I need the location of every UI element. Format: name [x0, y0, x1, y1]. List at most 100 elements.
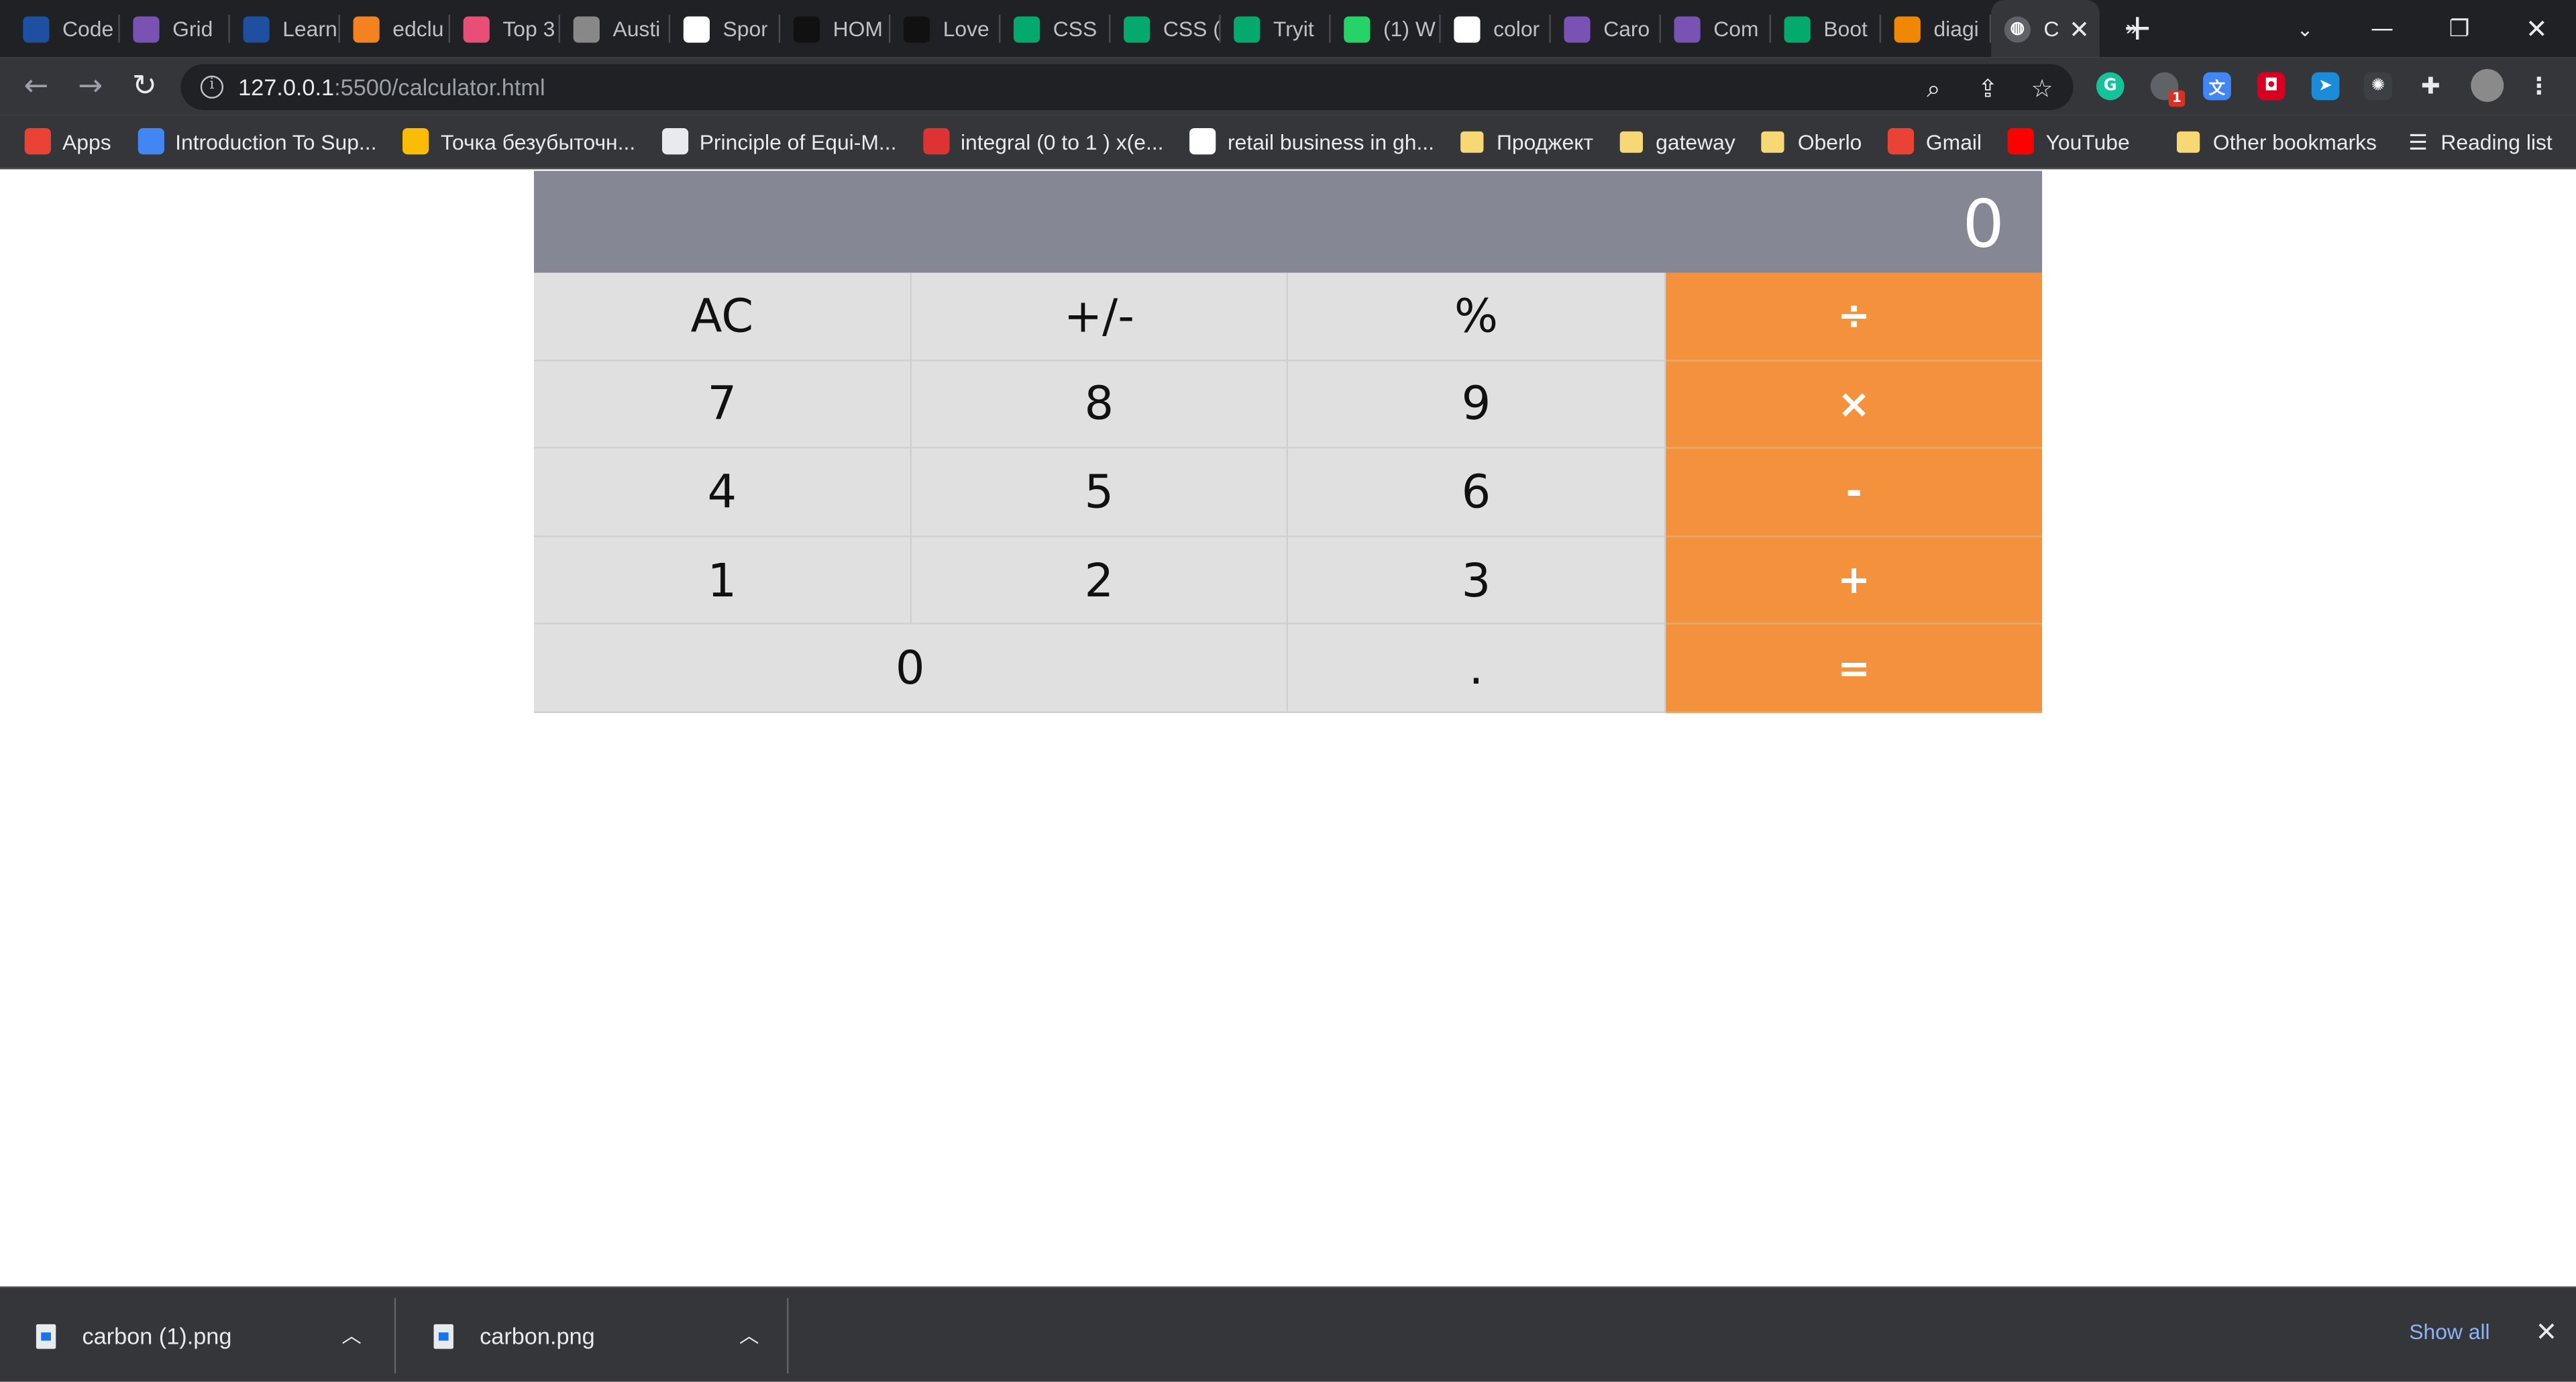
- key-decimal[interactable]: .: [1288, 625, 1666, 713]
- download-filename: carbon (1).png: [82, 1322, 232, 1349]
- pocket-icon[interactable]: ◘: [2257, 72, 2286, 101]
- bookmark-item[interactable]: Точка безубыточн...: [402, 128, 635, 155]
- tab-label: HOM: [833, 16, 883, 42]
- browser-tab[interactable]: Love: [890, 0, 1001, 58]
- extensions-puzzle-icon[interactable]: ✚: [2416, 72, 2445, 101]
- browser-tab[interactable]: Code: [10, 0, 120, 58]
- browser-tab[interactable]: Top 3: [450, 0, 561, 58]
- browser-tab[interactable]: Com: [1661, 0, 1772, 58]
- extension-badge-icon[interactable]: 1: [2150, 72, 2186, 107]
- forward-icon[interactable]: →: [67, 62, 113, 109]
- url-text[interactable]: 127.0.0.1:5500/calculator.html: [238, 74, 545, 100]
- page-content: 0 AC +/-% ÷ 7 8 9 × 4 5 6- 1 2 3 +0. =: [0, 170, 2576, 1287]
- other-bookmarks[interactable]: Other bookmarks: [2176, 115, 2377, 169]
- reading-list[interactable]: ☰ Reading list: [2408, 115, 2553, 169]
- key-clear[interactable]: AC: [533, 272, 912, 361]
- bootstrap-icon: [1564, 15, 1591, 42]
- translate-icon[interactable]: 文: [2203, 72, 2231, 101]
- tab-strip: Code Grid Learn edclu Top 3 Austi Spor HOM Love C…: [0, 0, 2576, 58]
- close-tab-icon[interactable]: ✕: [2069, 14, 2090, 44]
- menu-dots-icon[interactable]: ⋮: [2525, 72, 2553, 101]
- bookmark-item[interactable]: retail business in gh...: [1189, 128, 1434, 155]
- browser-tab[interactable]: Spor: [670, 0, 781, 58]
- site-info-icon[interactable]: i: [200, 75, 224, 99]
- browser-tab[interactable]: Grid: [120, 0, 230, 58]
- key-subtract[interactable]: -: [1666, 449, 2043, 537]
- bookmark-item[interactable]: gateway: [1619, 129, 1735, 154]
- key-equals[interactable]: =: [1666, 625, 2043, 713]
- chevron-up-icon[interactable]: ︿: [341, 1321, 361, 1349]
- bookmark-label: Introduction To Sup...: [175, 129, 377, 154]
- key-multiply[interactable]: ×: [1666, 360, 2043, 449]
- bookmark-item[interactable]: YouTube: [2008, 128, 2130, 155]
- reload-icon[interactable]: ↻: [121, 62, 168, 109]
- bookmark-item[interactable]: Gmail: [1888, 128, 1982, 155]
- key-digit-2[interactable]: 2: [912, 537, 1289, 625]
- show-all-button[interactable]: Show all: [2390, 1320, 2508, 1352]
- key-digit-7[interactable]: 7: [533, 360, 912, 449]
- folder-icon: [2176, 131, 2200, 153]
- browser-tab[interactable]: CSS: [1000, 0, 1111, 58]
- share-icon[interactable]: ⇪: [1973, 74, 2002, 103]
- download-item[interactable]: carbon (1).png ︿: [0, 1298, 391, 1374]
- browser-tab[interactable]: edclu: [340, 0, 451, 58]
- bookmark-item[interactable]: integral (0 to 1 ) x(e...: [922, 128, 1164, 155]
- download-bar: carbon (1).png ︿ carbon.png ︿ Show all ✕: [0, 1286, 2576, 1382]
- bookmark-star-icon[interactable]: ☆: [2027, 74, 2057, 103]
- browser-tab[interactable]: Boot: [1771, 0, 1882, 58]
- restore-button[interactable]: ❐: [2422, 0, 2498, 58]
- browser-tab[interactable]: Austi: [560, 0, 671, 58]
- key-digit-6[interactable]: 6: [1288, 449, 1666, 537]
- browser-tab[interactable]: Caro: [1551, 0, 1661, 58]
- tab-search-icon[interactable]: ⌄: [2267, 0, 2343, 58]
- bookmark-item[interactable]: Introduction To Sup...: [137, 128, 377, 155]
- key-digit-4[interactable]: 4: [533, 449, 912, 537]
- key-digit-3[interactable]: 3: [1288, 537, 1666, 625]
- key-digit-8[interactable]: 8: [912, 360, 1289, 449]
- send-icon[interactable]: ➤: [2311, 72, 2340, 101]
- key-digit-5[interactable]: 5: [912, 449, 1289, 537]
- bookmark-label: YouTube: [2045, 129, 2130, 154]
- symbolab-icon: [922, 128, 949, 155]
- tab-label: diagi: [1933, 16, 1979, 42]
- key-add[interactable]: +: [1666, 537, 2043, 625]
- key-digit-1[interactable]: 1: [533, 537, 912, 625]
- key-sign[interactable]: +/-: [912, 272, 1289, 361]
- close-window-button[interactable]: ✕: [2499, 0, 2575, 58]
- apps-grid-icon: [24, 128, 51, 155]
- close-download-bar-icon[interactable]: ✕: [2530, 1316, 2563, 1349]
- bookmark-item[interactable]: Проджект: [1460, 129, 1593, 154]
- browser-tab[interactable]: HOM: [780, 0, 891, 58]
- address-bar[interactable]: i 127.0.0.1:5500/calculator.html ⌕ ⇪ ☆: [180, 64, 2074, 111]
- chevron-up-icon[interactable]: ︿: [739, 1321, 759, 1349]
- bookmark-item[interactable]: Principle of Equi-M...: [661, 128, 896, 155]
- browser-tab[interactable]: Tryit: [1221, 0, 1331, 58]
- bookmark-item[interactable]: Oberlo: [1761, 129, 1862, 154]
- minimize-button[interactable]: —: [2345, 0, 2420, 58]
- grammarly-icon[interactable]: G: [2096, 72, 2125, 101]
- more-bookmarks-button[interactable]: »: [2126, 0, 2138, 54]
- browser-tab[interactable]: diagi: [1881, 0, 1992, 58]
- browser-tab[interactable]: CSS (: [1111, 0, 1221, 58]
- browser-tab[interactable]: color: [1441, 0, 1551, 58]
- key-percent[interactable]: %: [1288, 272, 1666, 361]
- tab-label: (1) W: [1383, 16, 1436, 42]
- aperture-icon[interactable]: ✺: [2364, 72, 2392, 101]
- active-tab[interactable]: ◍ C ✕: [1991, 0, 2100, 58]
- zoom-icon[interactable]: ⌕: [1919, 74, 1948, 103]
- tab-label: Caro: [1603, 16, 1650, 42]
- flame-icon: [353, 15, 380, 42]
- key-divide[interactable]: ÷: [1666, 272, 2043, 361]
- tab-label: Code: [62, 16, 114, 42]
- globe-icon: ◍: [2004, 15, 2031, 42]
- download-item[interactable]: carbon.png ︿: [398, 1298, 789, 1374]
- tab-label: Boot: [1823, 16, 1868, 42]
- key-digit-0[interactable]: 0: [533, 625, 1289, 713]
- bookmark-item[interactable]: Apps: [24, 128, 111, 155]
- browser-tab[interactable]: Learn: [230, 0, 340, 58]
- browser-toolbar: ← → ↻ i 127.0.0.1:5500/calculator.html ⌕…: [0, 57, 2576, 115]
- key-digit-9[interactable]: 9: [1288, 360, 1666, 449]
- browser-tab[interactable]: (1) W: [1331, 0, 1441, 58]
- profile-avatar[interactable]: [2471, 68, 2504, 102]
- back-icon[interactable]: ←: [13, 62, 60, 109]
